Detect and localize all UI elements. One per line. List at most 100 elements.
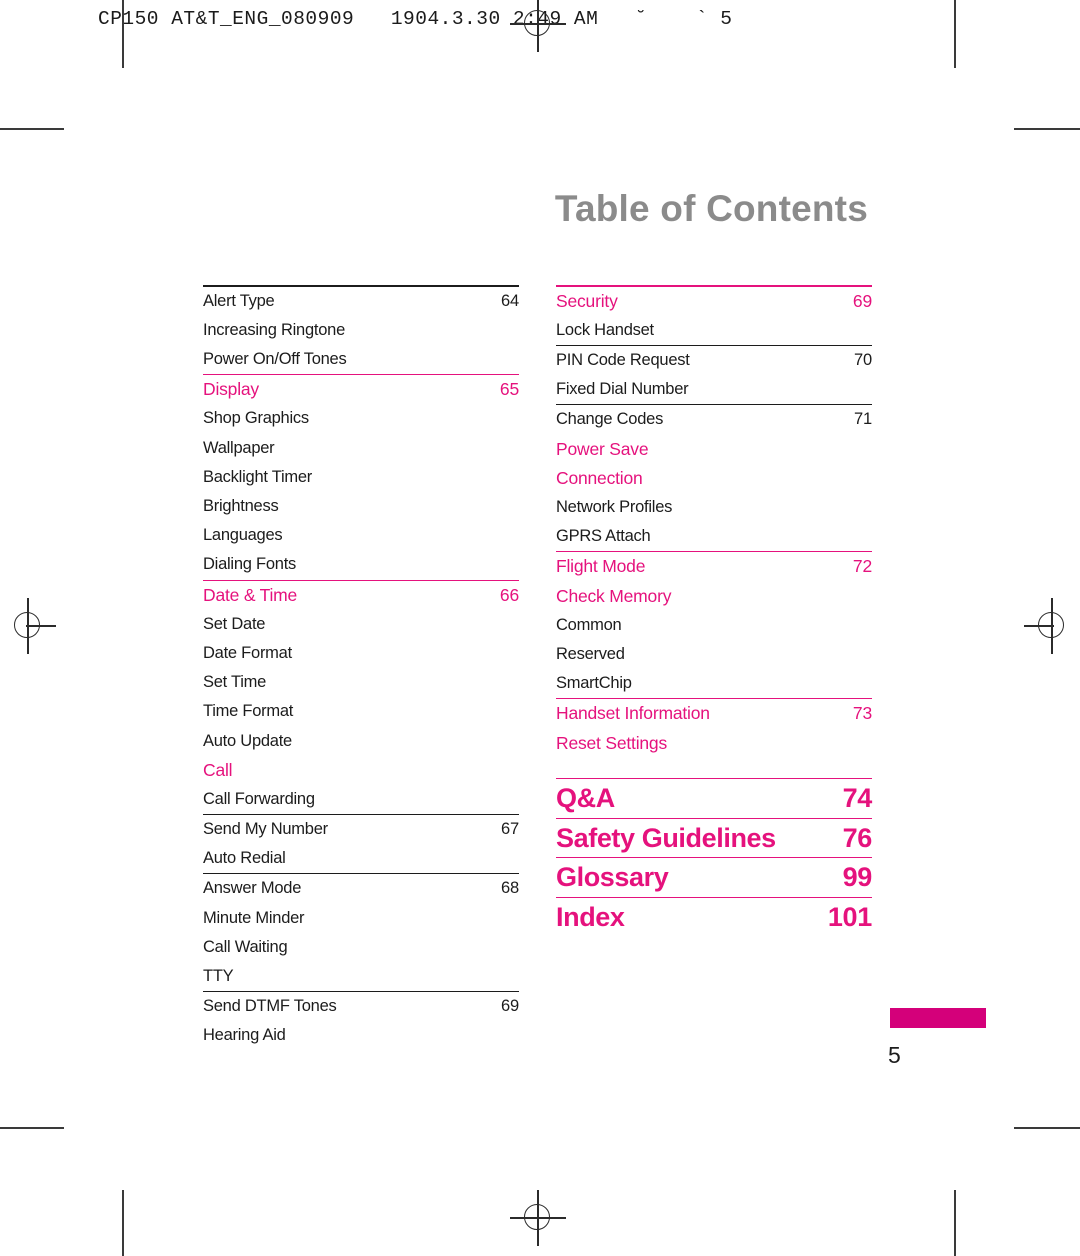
toc-major-entry-label: Index [556, 901, 625, 932]
crop-mark-top-left-horizontal [0, 128, 64, 130]
toc-entry-label: Answer Mode [203, 879, 302, 898]
toc-major-entry[interactable]: Q&A 74 [556, 779, 872, 819]
toc-entry-label: Set Date [203, 614, 266, 633]
folio-accent-bar [890, 1008, 986, 1028]
toc-entry[interactable]: Security 69 [556, 287, 872, 316]
toc-entry-label: Date Format [203, 643, 292, 662]
toc-entry-label: PIN Code Request [556, 351, 690, 370]
toc-entry[interactable]: Power Save [556, 435, 872, 464]
registration-horizontal-line [510, 23, 566, 25]
toc-entry[interactable]: Dialing Fonts [203, 550, 519, 581]
toc-entry[interactable]: Wallpaper [203, 434, 519, 463]
toc-entry-label: Auto Redial [203, 849, 286, 868]
toc-entry-label: Fixed Dial Number [556, 380, 689, 399]
toc-major-sections: Q&A 74 Safety Guidelines 76 Glossary 99 Index 1… [556, 777, 872, 936]
toc-entry[interactable]: Fixed Dial Number [556, 375, 872, 406]
toc-major-rows: Q&A 74 Safety Guidelines 76 Glossary 99 Index 1… [556, 779, 872, 936]
toc-entry[interactable]: Date Format [203, 639, 519, 668]
toc-entry[interactable]: Increasing Ringtone [203, 316, 519, 345]
toc-entry[interactable]: Network Profiles [556, 493, 872, 522]
registration-horizontal-line [26, 625, 56, 627]
toc-entry[interactable]: Call Waiting [203, 933, 519, 962]
toc-entry-page-number: 71 [854, 410, 872, 429]
toc-entry[interactable]: Minute Minder [203, 904, 519, 933]
toc-entry[interactable]: GPRS Attach [556, 522, 872, 553]
crop-mark-bottom-left-vertical [122, 1190, 124, 1256]
toc-entry-label: Check Memory [556, 585, 672, 606]
toc-entry[interactable]: PIN Code Request 70 [556, 346, 872, 375]
toc-entry-label: Wallpaper [203, 438, 275, 457]
toc-entry-label: Time Format [203, 702, 294, 721]
toc-entry-label: Reserved [556, 644, 625, 663]
toc-entry-label: Display [203, 379, 259, 400]
toc-entry[interactable]: Flight Mode 72 [556, 552, 872, 581]
toc-entry-label: Network Profiles [556, 498, 673, 516]
toc-major-entry-label: Q&A [556, 783, 615, 814]
toc-entry[interactable]: Call Forwarding [203, 785, 519, 816]
toc-entry[interactable]: Call [203, 756, 519, 785]
toc-entry-page-number: 68 [501, 879, 519, 898]
toc-major-entry[interactable]: Safety Guidelines 76 [556, 819, 872, 859]
toc-entry-page-number: 69 [852, 290, 872, 311]
toc-entry[interactable]: Reserved [556, 640, 872, 669]
toc-entry[interactable]: Alert Type 64 [203, 287, 519, 316]
toc-entry-label: Set Time [203, 673, 267, 692]
toc-entry[interactable]: Display 65 [203, 375, 519, 404]
toc-entry[interactable]: Reset Settings [556, 729, 872, 758]
toc-entry[interactable]: TTY [203, 962, 519, 993]
toc-entry[interactable]: Date & Time 66 [203, 581, 519, 610]
toc-major-entry-label: Glossary [556, 862, 669, 893]
toc-entry[interactable]: Auto Redial [203, 844, 519, 875]
toc-entry[interactable]: Check Memory [556, 582, 872, 611]
toc-entry-label: Handset Information [556, 703, 710, 724]
toc-major-entry[interactable]: Index 101 [556, 898, 872, 936]
toc-entry[interactable]: Time Format [203, 697, 519, 726]
toc-entry-label: Connection [556, 467, 643, 488]
toc-entry[interactable]: Brightness [203, 492, 519, 521]
toc-entry[interactable]: Connection [556, 464, 872, 493]
toc-entry-label: Brightness [203, 497, 279, 515]
toc-entry-label: Hearing Aid [203, 1026, 286, 1045]
toc-entry[interactable]: Lock Handset [556, 316, 872, 347]
toc-entry[interactable]: Send DTMF Tones 69 [203, 992, 519, 1021]
registration-horizontal-line [510, 1217, 566, 1219]
toc-entry-label: Call Waiting [203, 937, 288, 956]
toc-entry-label: Send My Number [203, 820, 328, 839]
toc-entry-label: Backlight Timer [203, 467, 313, 486]
toc-entry[interactable]: Power On/Off Tones [203, 345, 519, 376]
registration-mark-top-center [510, 0, 566, 52]
toc-entry[interactable]: Auto Update [203, 727, 519, 756]
toc-column-right: Security 69 Lock Handset PIN Code Request 70… [556, 285, 872, 936]
toc-entry-label: Flight Mode [556, 556, 646, 577]
toc-entry-label: Send DTMF Tones [203, 997, 337, 1016]
toc-entry-label: Call [203, 759, 233, 780]
toc-entry-label: Alert Type [203, 291, 275, 310]
toc-entry[interactable]: Send My Number 67 [203, 815, 519, 844]
registration-mark-right [1024, 598, 1080, 654]
page-number: 5 [888, 1042, 901, 1068]
crop-mark-top-left-vertical [122, 0, 124, 68]
toc-entry[interactable]: Common [556, 611, 872, 640]
toc-entry[interactable]: Answer Mode 68 [203, 874, 519, 903]
toc-entry[interactable]: Backlight Timer [203, 463, 519, 492]
toc-entry-label: Shop Graphics [203, 409, 309, 428]
toc-entry-label: Security [556, 290, 618, 311]
toc-entry[interactable]: Set Time [203, 668, 519, 697]
toc-entry-label: TTY [203, 967, 234, 985]
toc-entry[interactable]: Handset Information 73 [556, 699, 872, 728]
toc-entry[interactable]: Languages [203, 521, 519, 550]
crop-mark-bottom-right-vertical [954, 1190, 956, 1256]
toc-entry-label: Power On/Off Tones [203, 350, 347, 369]
toc-entry-label: Lock Handset [556, 320, 654, 339]
toc-entry-page-number: 65 [499, 379, 519, 400]
toc-entry[interactable]: Set Date [203, 610, 519, 639]
toc-major-entry[interactable]: Glossary 99 [556, 858, 873, 898]
toc-entry[interactable]: SmartChip [556, 669, 872, 700]
toc-major-entry-page-number: 99 [842, 862, 873, 893]
crop-mark-top-right-vertical [954, 0, 956, 68]
toc-entry[interactable]: Hearing Aid [203, 1021, 519, 1050]
registration-mark-bottom-center [510, 1190, 566, 1246]
toc-entry-label: Reset Settings [556, 732, 668, 753]
toc-entry[interactable]: Change Codes 71 [556, 405, 872, 434]
toc-entry[interactable]: Shop Graphics [203, 404, 519, 433]
